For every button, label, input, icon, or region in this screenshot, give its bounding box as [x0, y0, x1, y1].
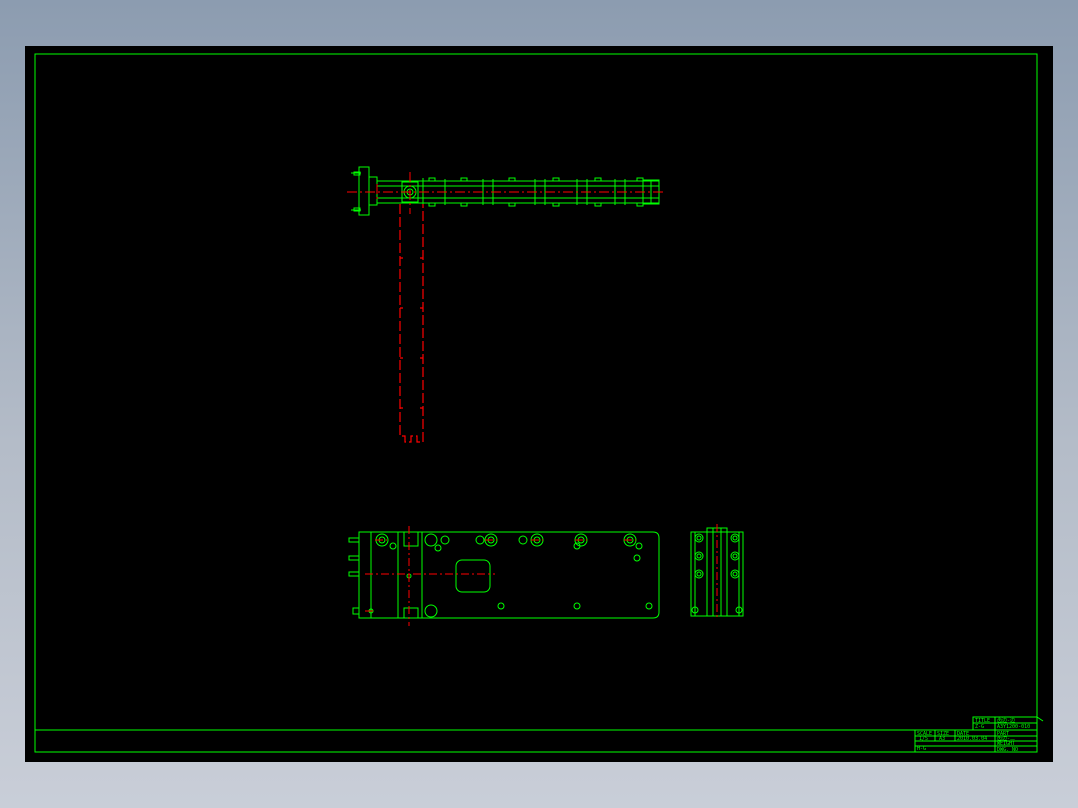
top-view: [347, 166, 665, 216]
title-block-text: TITLE 齿边-边 Z-G A3Y1200-010 SCALE SIZE DA…: [917, 717, 1030, 753]
cad-drawing: TITLE 齿边-边 Z-G A3Y1200-010 SCALE SIZE DA…: [34, 53, 1044, 753]
size-value: A3: [939, 736, 945, 742]
drawing-number-label: DWG. NO: [997, 747, 1018, 753]
number-value: Z-G: [975, 724, 984, 730]
cad-viewport[interactable]: TITLE 齿边-边 Z-G A3Y1200-010 SCALE SIZE DA…: [25, 46, 1053, 762]
weight-value: H-G: [917, 746, 926, 752]
drawing-number-top: A3Y1200-010: [997, 724, 1030, 730]
top-hole-row: [375, 533, 643, 550]
drawing-border: [34, 53, 1038, 753]
date-value: 2010.03.04: [957, 736, 987, 742]
front-view-centerlines: [365, 526, 636, 626]
phantom-arm: [399, 204, 424, 443]
front-view: [348, 531, 660, 619]
title-value: 齿边-边: [997, 717, 1015, 724]
scale-value: 1/5: [919, 736, 928, 742]
